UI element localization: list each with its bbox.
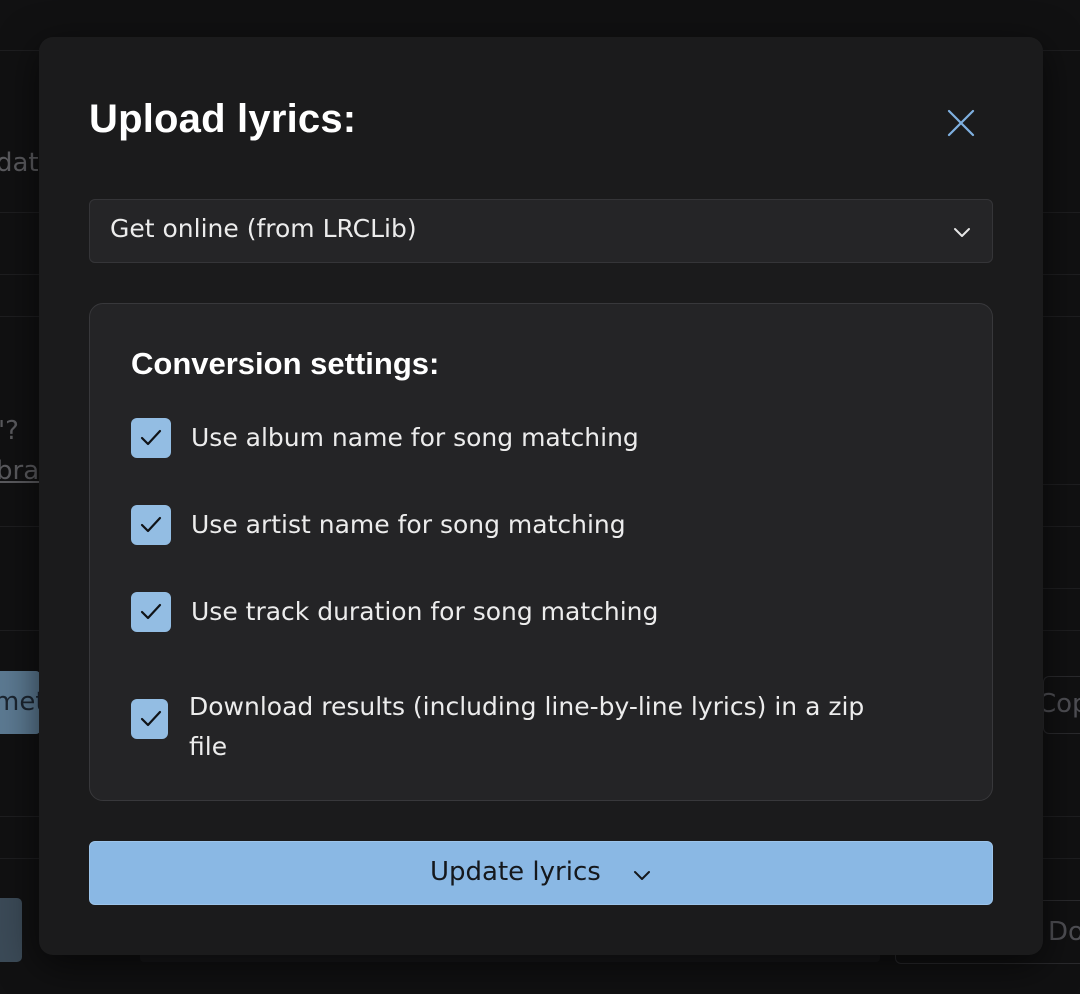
checkmark-icon: [140, 603, 162, 620]
artist-name-label: Use artist name for song matching: [191, 510, 626, 539]
dialog-title: Upload lyrics:: [89, 97, 357, 141]
download-zip-checkbox[interactable]: [131, 699, 168, 739]
close-icon: [947, 109, 975, 137]
album-name-checkbox[interactable]: [131, 418, 171, 458]
checkmark-icon: [140, 710, 162, 727]
background-divider: [1043, 588, 1080, 589]
lyrics-source-select[interactable]: Get online (from LRCLib): [89, 199, 993, 263]
chevron-down-icon: [954, 228, 970, 237]
background-text: dat: [0, 148, 39, 178]
checkmark-icon: [140, 516, 162, 533]
background-text: '?: [0, 416, 19, 446]
background-button-label: met: [0, 687, 40, 717]
album-name-label: Use album name for song matching: [191, 423, 639, 452]
checkmark-icon: [140, 429, 162, 446]
background-button[interactable]: Cop: [1043, 676, 1080, 734]
conversion-settings-heading: Conversion settings:: [131, 346, 440, 381]
track-duration-checkbox[interactable]: [131, 592, 171, 632]
lyrics-source-value: Get online (from LRCLib): [110, 214, 417, 243]
background-divider: [1043, 484, 1080, 485]
update-lyrics-button[interactable]: Update lyrics: [89, 841, 993, 905]
background-button-label: Cop: [1044, 689, 1080, 719]
chevron-down-icon: [634, 871, 650, 880]
background-link[interactable]: bra: [0, 456, 39, 486]
artist-name-checkbox[interactable]: [131, 505, 171, 545]
background-button[interactable]: [0, 898, 22, 962]
close-button[interactable]: [939, 101, 983, 145]
background-button[interactable]: met: [0, 671, 40, 734]
download-zip-label: Download results (including line-by-line…: [189, 692, 865, 761]
update-lyrics-label: Update lyrics: [430, 857, 601, 887]
conversion-settings-panel: Conversion settings: Use album name for …: [89, 303, 993, 801]
track-duration-label: Use track duration for song matching: [191, 597, 659, 626]
upload-lyrics-dialog: Upload lyrics: Get online (from LRCLib) …: [39, 37, 1043, 955]
background-button-label: Do: [1048, 917, 1080, 947]
